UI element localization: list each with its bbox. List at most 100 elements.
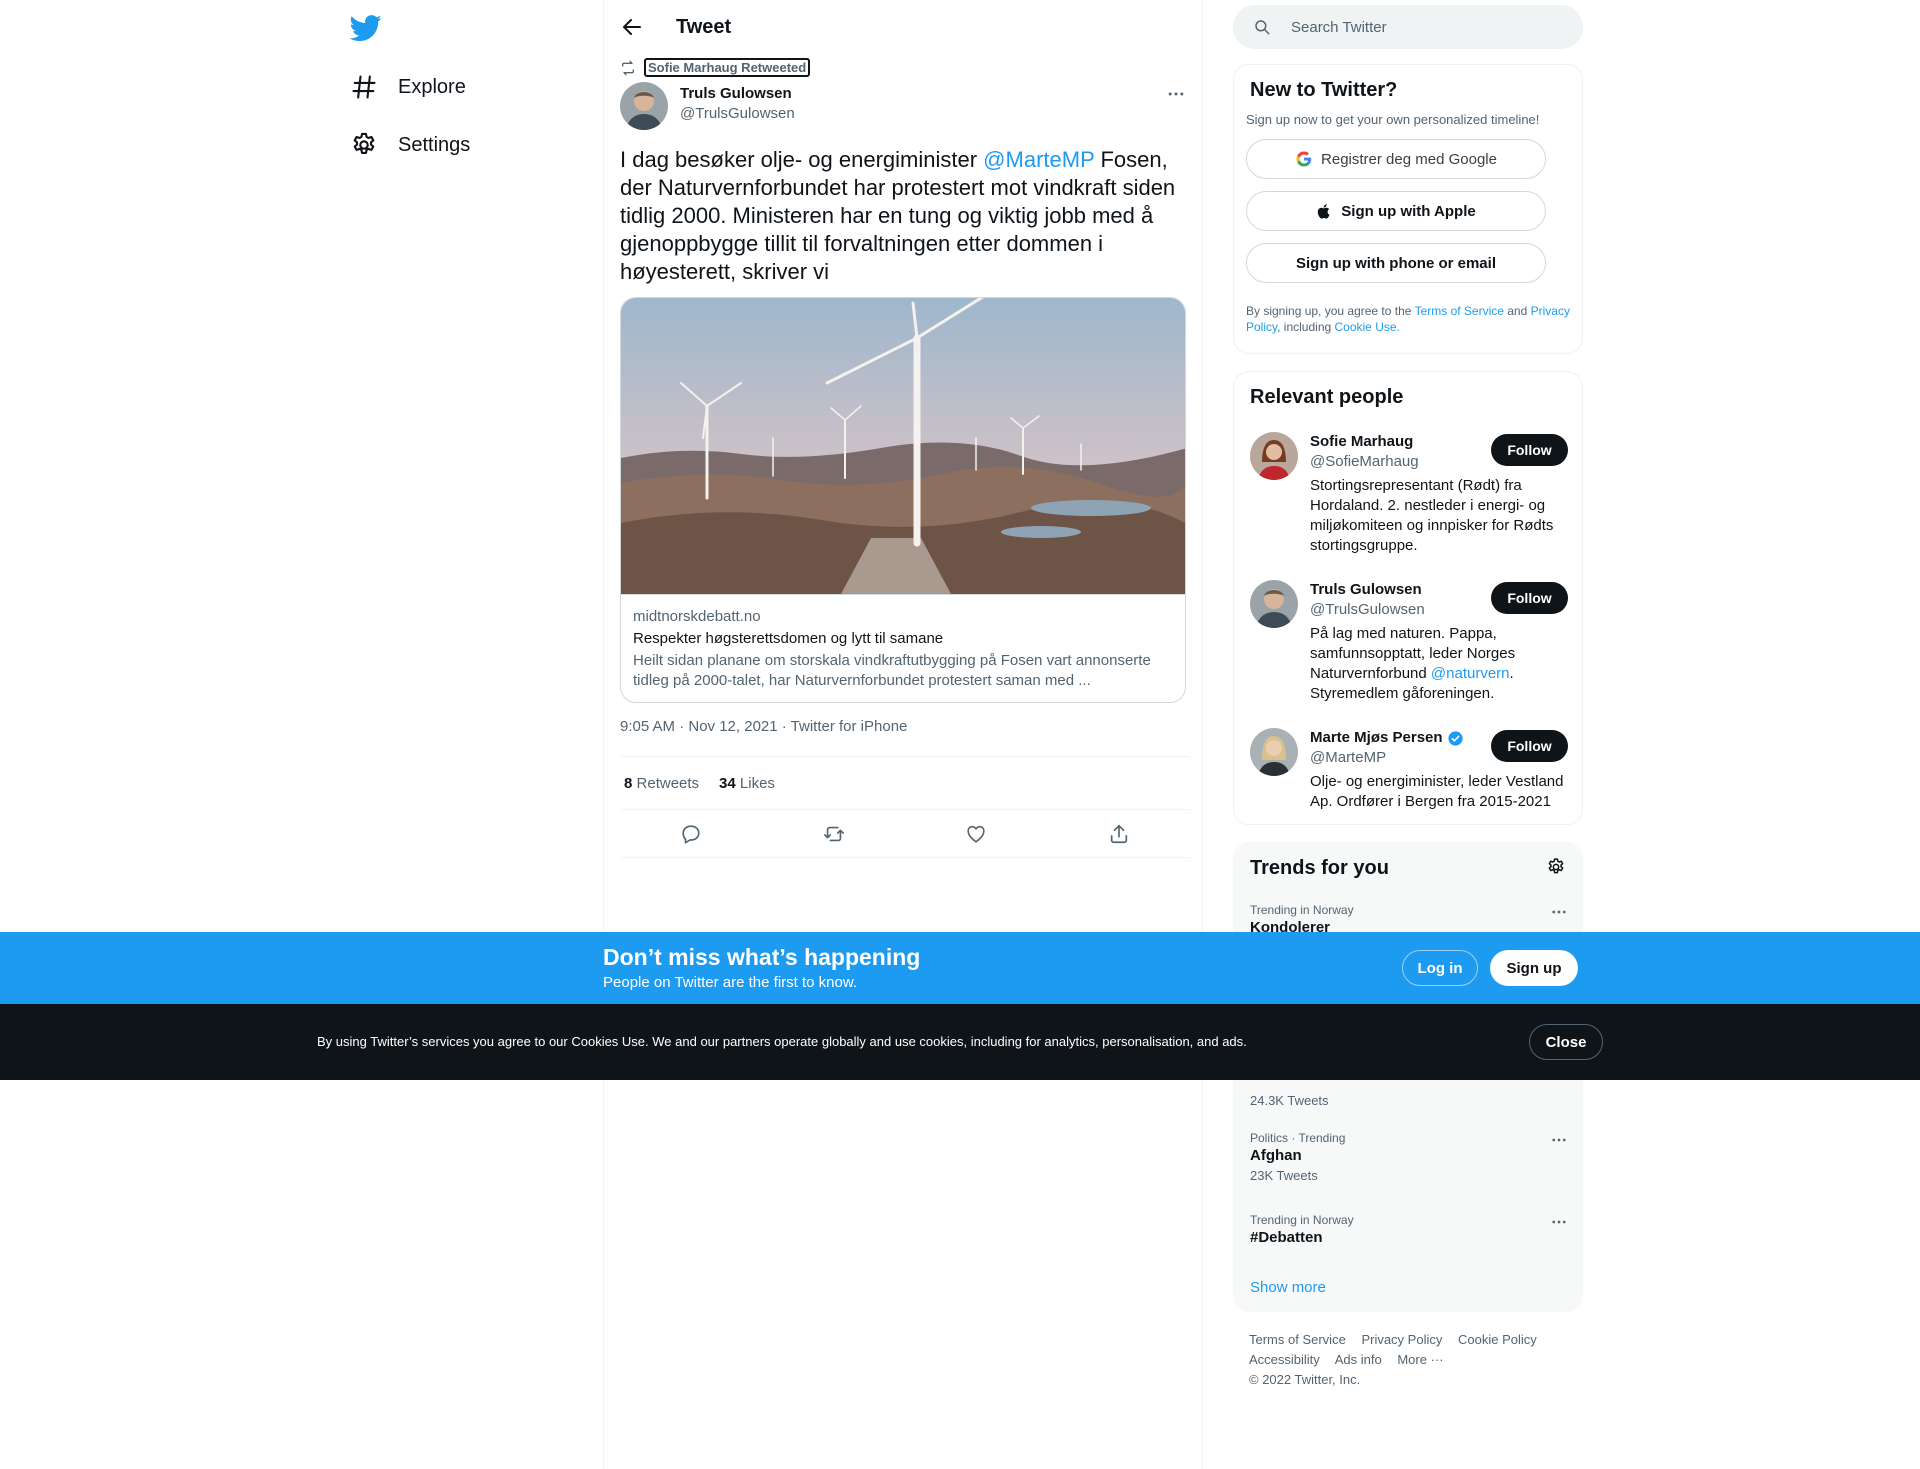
- trend-count: 23K Tweets: [1250, 1168, 1318, 1183]
- panel-title: Relevant people: [1250, 386, 1404, 408]
- tweet-text: I dag besøker olje- og energiminister @M…: [620, 146, 1190, 286]
- twitter-bird-icon[interactable]: [350, 12, 382, 44]
- tweet-header: Tweet: [620, 0, 731, 54]
- relevant-people-panel: Relevant people Sofie Marhaug @SofieMarh…: [1233, 371, 1583, 825]
- person-bio: Olje- og energiminister, leder Vestland …: [1310, 773, 1564, 810]
- card-body: midtnorskdebatt.no Respekter høgsteretts…: [621, 594, 1185, 702]
- search-box[interactable]: [1233, 5, 1583, 49]
- person-bio: Stortingsrepresentant (Rødt) fra Hordala…: [1310, 477, 1554, 554]
- trend-name: #Debatten: [1250, 1229, 1323, 1246]
- back-arrow-icon[interactable]: [620, 15, 644, 39]
- google-icon: [1295, 150, 1313, 168]
- person-bio: På lag med naturen. Pappa, samfunnsoppta…: [1310, 624, 1568, 704]
- trend-item[interactable]: 24.3K Tweets: [1250, 1089, 1568, 1108]
- tweet-stats: 8 Retweets 34 Likes: [620, 756, 1190, 810]
- signup-headline: Don’t miss what’s happening: [603, 944, 921, 970]
- panel-subtitle: Sign up now to get your own personalized…: [1246, 112, 1540, 127]
- trend-item[interactable]: Politics · Trending Afghan 23K Tweets: [1250, 1131, 1568, 1183]
- follow-button[interactable]: Follow: [1491, 730, 1568, 762]
- trend-item[interactable]: Trending in Norway #Debatten: [1250, 1213, 1568, 1246]
- footer-link[interactable]: Accessibility: [1249, 1352, 1320, 1367]
- card-title: Respekter høgsterettsdomen og lytt til s…: [633, 630, 944, 647]
- nav-explore[interactable]: Explore: [350, 67, 466, 107]
- cookie-bar: By using Twitter’s services you agree to…: [0, 1004, 1920, 1080]
- page-title: Tweet: [676, 15, 732, 38]
- retweet-icon[interactable]: [823, 823, 845, 845]
- google-signup-label: Registrer deg med Google: [1321, 150, 1497, 168]
- apple-signup-button[interactable]: Sign up with Apple: [1246, 191, 1546, 231]
- cookie-text: By using Twitter’s services you agree to…: [317, 1034, 1247, 1049]
- like-icon[interactable]: [965, 823, 987, 845]
- more-icon[interactable]: [1166, 84, 1186, 104]
- avatar[interactable]: [1250, 728, 1298, 776]
- retweets-count: 8: [624, 774, 633, 792]
- tweet-column: Tweet Sofie Marhaug Retweeted Truls Gulo…: [603, 0, 1203, 1469]
- footer-link[interactable]: Ads info: [1335, 1352, 1382, 1367]
- nav-settings[interactable]: Settings: [350, 125, 470, 165]
- more-icon[interactable]: [1550, 903, 1568, 921]
- likes-count: 34: [719, 774, 736, 792]
- avatar[interactable]: [1250, 432, 1298, 480]
- author-handle[interactable]: @TrulsGulowsen: [680, 104, 795, 124]
- search-input[interactable]: [1291, 18, 1551, 36]
- panel-title: Trends for you: [1250, 857, 1389, 879]
- retweet-context: Sofie Marhaug Retweeted: [620, 58, 811, 77]
- link-card[interactable]: midtnorskdebatt.no Respekter høgsteretts…: [620, 297, 1186, 703]
- person-name-text: Marte Mjøs Persen: [1310, 729, 1443, 746]
- signup-subline: People on Twitter are the first to know.: [603, 974, 858, 991]
- nav-settings-label: Settings: [398, 133, 471, 156]
- panel-title: New to Twitter?: [1250, 79, 1398, 101]
- share-icon[interactable]: [1108, 823, 1130, 845]
- gear-icon: [350, 131, 378, 159]
- new-to-twitter-panel: New to Twitter? Sign up now to get your …: [1233, 64, 1583, 354]
- google-signup-button[interactable]: Registrer deg med Google: [1246, 139, 1546, 179]
- tweet-author[interactable]: Truls Gulowsen @TrulsGulowsen: [620, 82, 795, 130]
- signup-button[interactable]: Sign up: [1490, 950, 1578, 986]
- terms-text: , including: [1277, 320, 1335, 334]
- retweet-icon: [620, 60, 636, 76]
- follow-button[interactable]: Follow: [1491, 582, 1568, 614]
- copyright: © 2022 Twitter, Inc.: [1249, 1372, 1361, 1387]
- gear-icon[interactable]: [1546, 857, 1566, 877]
- footer-link[interactable]: Terms of Service: [1249, 1332, 1346, 1347]
- more-icon[interactable]: [1550, 1213, 1568, 1231]
- terms-text: By signing up, you agree to the: [1246, 304, 1415, 318]
- trend-context: Trending in Norway: [1250, 903, 1354, 917]
- author-name[interactable]: Truls Gulowsen: [680, 84, 795, 104]
- cookie-link[interactable]: Cookie Use.: [1335, 320, 1400, 334]
- terms-text: and: [1503, 304, 1531, 318]
- trend-count: 24.3K Tweets: [1250, 1093, 1329, 1108]
- signup-bar: Don’t miss what’s happening People on Tw…: [0, 932, 1920, 1004]
- search-icon: [1253, 18, 1271, 36]
- follow-button[interactable]: Follow: [1491, 434, 1568, 466]
- login-button[interactable]: Log in: [1402, 950, 1478, 986]
- close-button[interactable]: Close: [1529, 1024, 1603, 1060]
- avatar[interactable]: [1250, 580, 1298, 628]
- phone-signup-button[interactable]: Sign up with phone or email: [1246, 243, 1546, 283]
- reply-icon[interactable]: [680, 823, 702, 845]
- terms-link[interactable]: Terms of Service: [1415, 304, 1504, 318]
- nav-explore-label: Explore: [398, 75, 466, 98]
- avatar[interactable]: [620, 82, 668, 130]
- retweeted-by-link[interactable]: Sofie Marhaug Retweeted: [644, 58, 811, 77]
- tweet-timestamp[interactable]: 9:05 AM · Nov 12, 2021 · Twitter for iPh…: [620, 718, 907, 735]
- show-more-link[interactable]: Show more: [1250, 1279, 1326, 1296]
- apple-signup-label: Sign up with Apple: [1341, 202, 1476, 220]
- footer-more-link[interactable]: More ···: [1397, 1352, 1443, 1367]
- apple-icon: [1316, 203, 1333, 220]
- trend-context: Politics · Trending: [1250, 1131, 1346, 1145]
- footer-link[interactable]: Cookie Policy: [1458, 1332, 1537, 1347]
- more-icon[interactable]: [1550, 1131, 1568, 1149]
- footer-link[interactable]: Privacy Policy: [1361, 1332, 1442, 1347]
- tweet-actions: [620, 810, 1190, 858]
- bio-mention-link[interactable]: @naturvern: [1431, 665, 1510, 682]
- mention-link[interactable]: @MarteMP: [983, 147, 1094, 172]
- hashtag-icon: [350, 73, 378, 101]
- terms-notice: By signing up, you agree to the Terms of…: [1246, 303, 1570, 335]
- retweets-stat[interactable]: 8 Retweets: [624, 775, 699, 792]
- likes-stat[interactable]: 34 Likes: [719, 775, 775, 792]
- tweet-text-part: I dag besøker olje- og energiminister: [620, 147, 984, 172]
- footer: Terms of Service Privacy Policy Cookie P…: [1249, 1330, 1579, 1390]
- card-description: Heilt sidan planane om storskala vindkra…: [633, 652, 1151, 689]
- phone-signup-label: Sign up with phone or email: [1295, 254, 1496, 272]
